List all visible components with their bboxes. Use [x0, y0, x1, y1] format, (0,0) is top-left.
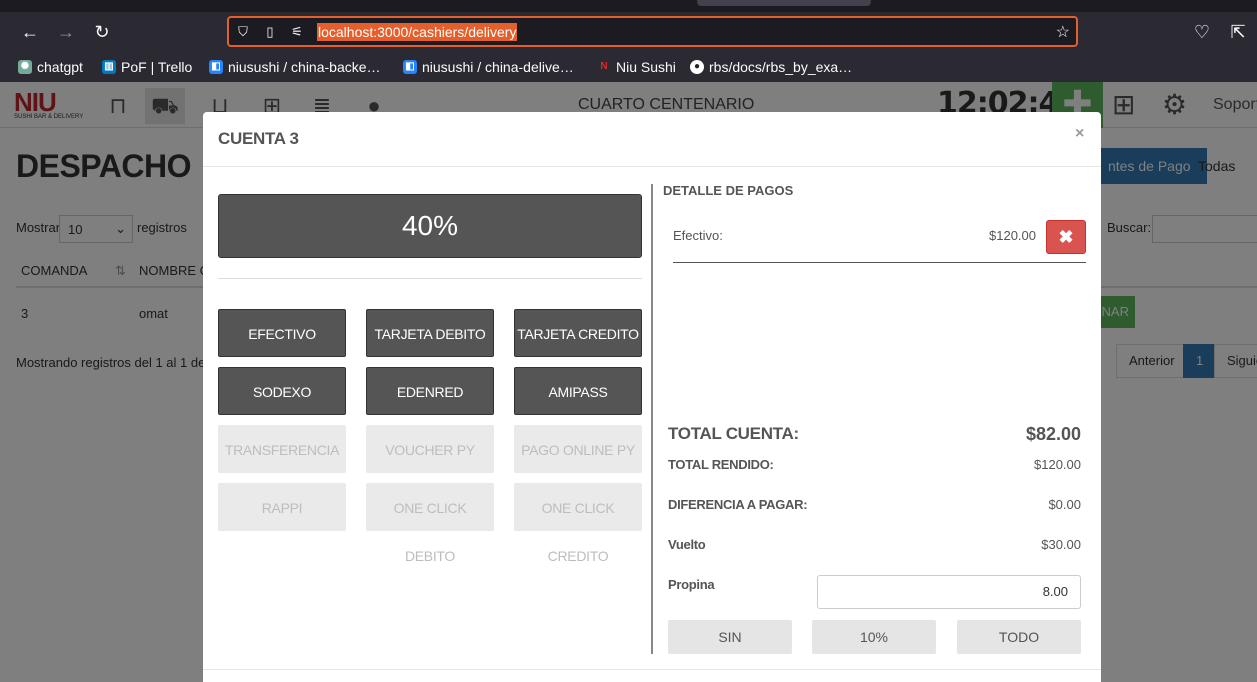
propina-label: Propina [668, 577, 715, 592]
pay-tarjeta-debito-button[interactable]: TARJETA DEBITO [366, 309, 494, 357]
pay-transferencia-button[interactable]: TRANSFERENCIA [218, 425, 346, 473]
browser-navbar: ← → ↻ ⛉ ▯ ⚟ localhost:3000/cashiers/deli… [0, 12, 1257, 52]
pago-row-divider [673, 262, 1086, 263]
bitbucket-icon: ◧ [209, 60, 223, 74]
tip-todo-button[interactable]: TODO [957, 620, 1081, 654]
bookmark-china-delivery[interactable]: ◧ niusushi / china-delive… [403, 58, 574, 76]
bookmark-label: Niu Sushi [616, 59, 676, 75]
bookmark-chatgpt[interactable]: ✺ chatgpt [18, 58, 83, 76]
url-bar[interactable]: ⛉ ▯ ⚟ localhost:3000/cashiers/delivery ☆ [227, 16, 1078, 47]
github-icon: ● [690, 60, 704, 74]
shield-icon[interactable]: ⛉ [234, 23, 252, 41]
bookmark-star-icon[interactable]: ☆ [1056, 22, 1070, 42]
bookmark-label: niusushi / china-delive… [422, 59, 574, 75]
bookmark-label: chatgpt [37, 59, 83, 75]
total-rendido-label: TOTAL RENDIDO: [668, 457, 774, 472]
pocket-icon[interactable]: ♡ [1190, 20, 1214, 44]
extensions-icon[interactable]: ⇱ [1226, 20, 1250, 44]
url-text[interactable]: localhost:3000/cashiers/delivery [317, 23, 518, 41]
diferencia-label: DIFERENCIA A PAGAR: [668, 497, 808, 512]
propina-input[interactable]: 8.00 [817, 575, 1081, 609]
reload-icon[interactable]: ↻ [90, 20, 114, 44]
bookmarks-bar: ✺ chatgpt ▥ PoF | Trello ◧ niusushi / china… [0, 52, 1257, 82]
total-cuenta-value: $82.00 [1025, 424, 1081, 444]
browser-tabstrip [0, 0, 1257, 12]
niu-icon: N [600, 61, 608, 72]
permissions-icon[interactable]: ⚟ [288, 23, 306, 41]
divider [218, 278, 642, 279]
bookmark-label: niusushi / china-backe… [228, 59, 381, 75]
detalle-pagos-title: DETALLE DE PAGOS [663, 183, 794, 198]
vuelto-label: Vuelto [668, 537, 706, 552]
tip-10-percent-button[interactable]: 10% [812, 620, 936, 654]
payment-percent-display: 40% [218, 194, 642, 258]
pay-amipass-button[interactable]: AMIPASS [514, 367, 642, 415]
modal-footer-divider [203, 669, 1101, 670]
total-rendido-value: $120.00 [1034, 457, 1081, 472]
pay-one-click-debito-button[interactable]: ONE CLICK DEBITO [366, 483, 494, 564]
bitbucket-icon: ◧ [403, 60, 417, 74]
back-arrow-icon[interactable]: ← [18, 20, 42, 44]
pay-pago-online-py-button[interactable]: PAGO ONLINE PY [514, 425, 642, 473]
column-divider [651, 184, 653, 654]
total-cuenta-label: TOTAL CUENTA: [668, 424, 799, 443]
pay-sodexo-button[interactable]: SODEXO [218, 367, 346, 415]
chatgpt-icon: ✺ [18, 60, 32, 74]
payment-modal: CUENTA 3 × 40% EFECTIVO TARJETA DEBITO T… [203, 112, 1101, 682]
bookmark-trello[interactable]: ▥ PoF | Trello [102, 58, 192, 76]
pay-rappi-button[interactable]: RAPPI [218, 483, 346, 531]
pay-edenred-button[interactable]: EDENRED [366, 367, 494, 415]
diferencia-value: $0.00 [1048, 497, 1081, 512]
vuelto-value: $30.00 [1041, 537, 1081, 552]
bookmark-china-backend[interactable]: ◧ niusushi / china-backe… [209, 58, 381, 76]
tip-sin-button[interactable]: SIN [668, 620, 792, 654]
pago-label: Efectivo: [673, 228, 723, 243]
modal-header-divider [203, 166, 1101, 167]
browser-tab[interactable] [697, 0, 871, 6]
bookmark-label: PoF | Trello [121, 59, 193, 75]
forward-arrow-icon[interactable]: → [54, 20, 78, 44]
pay-voucher-py-button[interactable]: VOUCHER PY [366, 425, 494, 473]
bookmark-niu-sushi[interactable]: N Niu Sushi [597, 58, 676, 76]
pay-tarjeta-credito-button[interactable]: TARJETA CREDITO [514, 309, 642, 357]
close-icon[interactable]: × [1075, 125, 1084, 143]
close-icon: ✖ [1058, 227, 1074, 247]
pay-one-click-credito-button[interactable]: ONE CLICK CREDITO [514, 483, 642, 564]
remove-payment-button[interactable]: ✖ [1046, 220, 1086, 254]
page-icon[interactable]: ▯ [261, 23, 279, 41]
trello-icon: ▥ [102, 60, 116, 74]
modal-title: CUENTA 3 [218, 129, 299, 148]
bookmark-rbs-docs[interactable]: ● rbs/docs/rbs_by_exa… [690, 58, 852, 76]
bookmark-label: rbs/docs/rbs_by_exa… [709, 59, 853, 75]
pago-amount: $120.00 [989, 228, 1036, 243]
pay-efectivo-button[interactable]: EFECTIVO [218, 309, 346, 357]
